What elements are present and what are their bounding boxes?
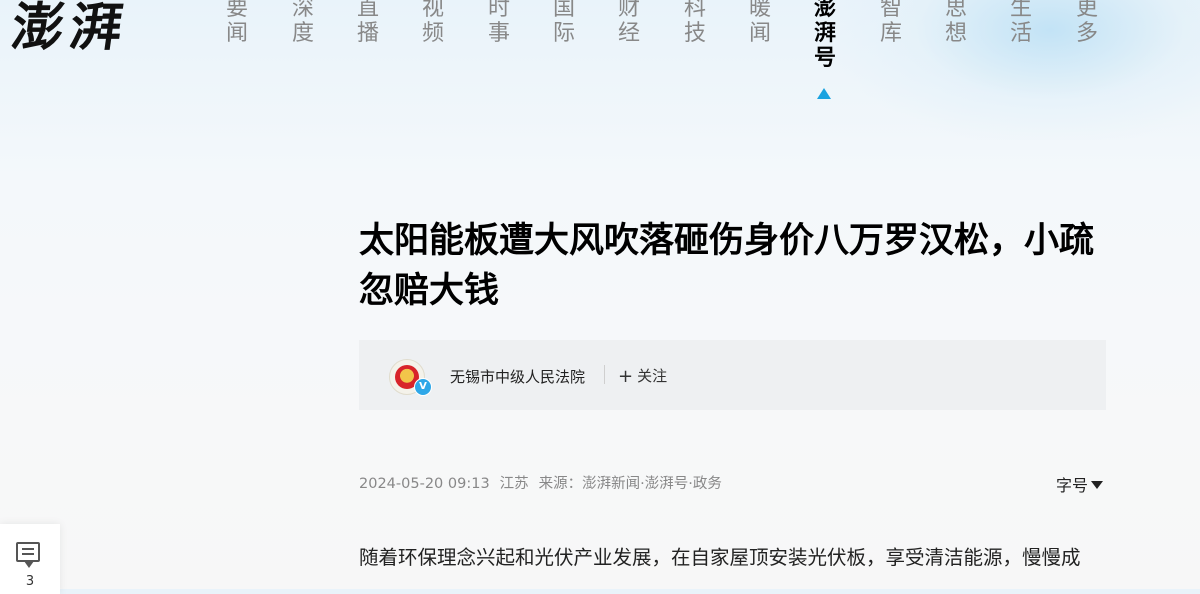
nav-label: 视频 xyxy=(421,0,444,46)
caret-down-icon xyxy=(1091,481,1104,489)
nav-label: 财经 xyxy=(617,0,640,46)
follow-button[interactable]: + 关注 xyxy=(618,365,668,387)
nav-item-shendu[interactable]: 深度 xyxy=(288,0,318,46)
nav-label: 要闻 xyxy=(225,0,248,46)
nav-item-gengduo[interactable]: 更多 xyxy=(1072,0,1102,46)
nav-item-pengpaihao[interactable]: 澎湃号 xyxy=(810,0,840,71)
comment-button[interactable]: 3 xyxy=(0,524,60,594)
nav-item-guoji[interactable]: 国际 xyxy=(549,0,579,46)
nav-item-shenghuo[interactable]: 生活 xyxy=(1006,0,1036,46)
verified-badge-icon: V xyxy=(414,378,432,396)
font-size-label: 字号 xyxy=(1056,476,1089,495)
article-paragraph: 随着环保理念兴起和光伏产业发展，在自家屋顶安装光伏板，享受清洁能源，慢慢成 xyxy=(359,546,1081,569)
nav-label: 国际 xyxy=(552,0,575,46)
author-divider xyxy=(604,365,605,384)
nav-label: 澎湃号 xyxy=(813,0,836,71)
nav-label: 直播 xyxy=(356,0,379,46)
author-name[interactable]: 无锡市中级人民法院 xyxy=(450,366,585,387)
nav-label: 思想 xyxy=(944,0,967,46)
nav-label: 深度 xyxy=(291,0,314,46)
nav-item-shipin[interactable]: 视频 xyxy=(418,0,448,46)
nav-label: 智库 xyxy=(879,0,902,46)
article-meta: 2024-05-20 09:13 江苏 来源：澎湃新闻·澎湃号·政务 xyxy=(359,472,732,493)
nav-label: 时事 xyxy=(487,0,510,46)
main-nav: 要闻 深度 直播 视频 时事 国际 财经 科技 暖闻 澎湃号 智库 思想 生活 … xyxy=(0,0,1200,110)
nav-item-yaowen[interactable]: 要闻 xyxy=(222,0,252,46)
publish-location: 江苏 xyxy=(499,476,529,492)
nav-item-zhibo[interactable]: 直播 xyxy=(353,0,383,46)
comment-count: 3 xyxy=(25,574,35,589)
active-nav-indicator-icon xyxy=(817,88,831,99)
nav-item-sixiang[interactable]: 思想 xyxy=(941,0,971,46)
nav-label: 更多 xyxy=(1075,0,1098,46)
plus-icon: + xyxy=(618,366,634,387)
nav-label: 暖闻 xyxy=(748,0,771,46)
article-source: 来源：澎湃新闻·澎湃号·政务 xyxy=(538,476,722,492)
follow-label: 关注 xyxy=(637,367,668,385)
article-title: 太阳能板遭大风吹落砸伤身价八万罗汉松，小疏忽赔大钱 xyxy=(359,221,1095,311)
nav-label: 生活 xyxy=(1009,0,1032,46)
nav-item-keji[interactable]: 科技 xyxy=(680,0,710,46)
author-bar: V 无锡市中级人民法院 + 关注 xyxy=(359,340,1106,410)
nav-item-nuanwen[interactable]: 暖闻 xyxy=(745,0,775,46)
font-size-dropdown[interactable]: 字号 xyxy=(1056,472,1104,496)
nav-item-zhiku[interactable]: 智库 xyxy=(876,0,906,46)
article-body: 随着环保理念兴起和光伏产业发展，在自家屋顶安装光伏板，享受清洁能源，慢慢成 xyxy=(359,540,1101,576)
nav-label: 科技 xyxy=(683,0,706,46)
comment-icon xyxy=(16,542,40,568)
publish-datetime: 2024-05-20 09:13 xyxy=(359,476,490,492)
nav-item-caijing[interactable]: 财经 xyxy=(614,0,644,46)
nav-item-shishi[interactable]: 时事 xyxy=(484,0,514,46)
